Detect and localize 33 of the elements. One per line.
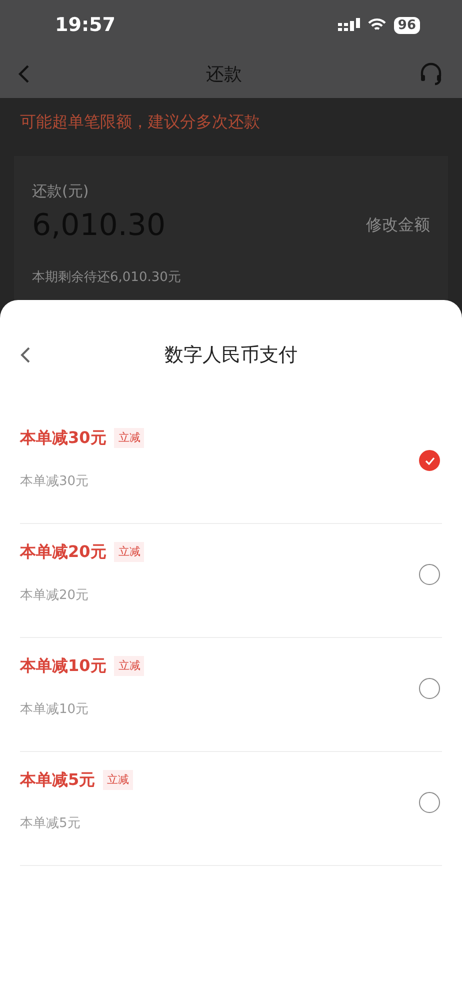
signal-icon [338,18,360,32]
battery-level: 96 [394,16,420,34]
remaining-text: 本期剩余待还6,010.30元 [32,268,182,286]
radio-button[interactable] [419,450,440,471]
discount-option[interactable]: 本单减20元 立减 本单减20元 [20,524,442,638]
status-time: 19:57 [55,12,116,38]
warning-text: 可能超单笔限额，建议分多次还款 [20,112,260,131]
discount-option[interactable]: 本单减5元 立减 本单减5元 [20,752,442,866]
option-detail: 本单减5元 [20,815,82,833]
option-detail: 本单减30元 [20,473,90,491]
option-title: 本单减20元 [20,541,106,563]
radio-button[interactable] [419,792,440,813]
discount-tag: 立减 [114,542,144,562]
option-title: 本单减10元 [20,655,106,677]
radio-button[interactable] [419,678,440,699]
wifi-icon [368,18,386,32]
option-title: 本单减30元 [20,427,106,449]
back-icon[interactable] [20,346,32,364]
amount-label: 还款(元) [32,181,90,202]
discount-tag: 立减 [114,656,144,676]
discount-tag: 立减 [114,428,144,448]
headset-icon[interactable] [418,61,444,87]
option-detail: 本单减10元 [20,701,90,719]
check-icon [424,456,434,464]
discount-tag: 立减 [103,770,134,790]
edit-amount-link[interactable]: 修改金额 [366,213,430,237]
radio-button[interactable] [419,564,440,585]
option-title: 本单减5元 [20,769,96,791]
page-title: 还款 [206,62,242,86]
sheet-title: 数字人民币支付 [164,342,298,368]
option-detail: 本单减20元 [20,587,90,605]
discount-option[interactable]: 本单减10元 立减 本单减10元 [20,638,442,752]
discount-option[interactable]: 本单减30元 立减 本单减30元 [20,410,442,524]
